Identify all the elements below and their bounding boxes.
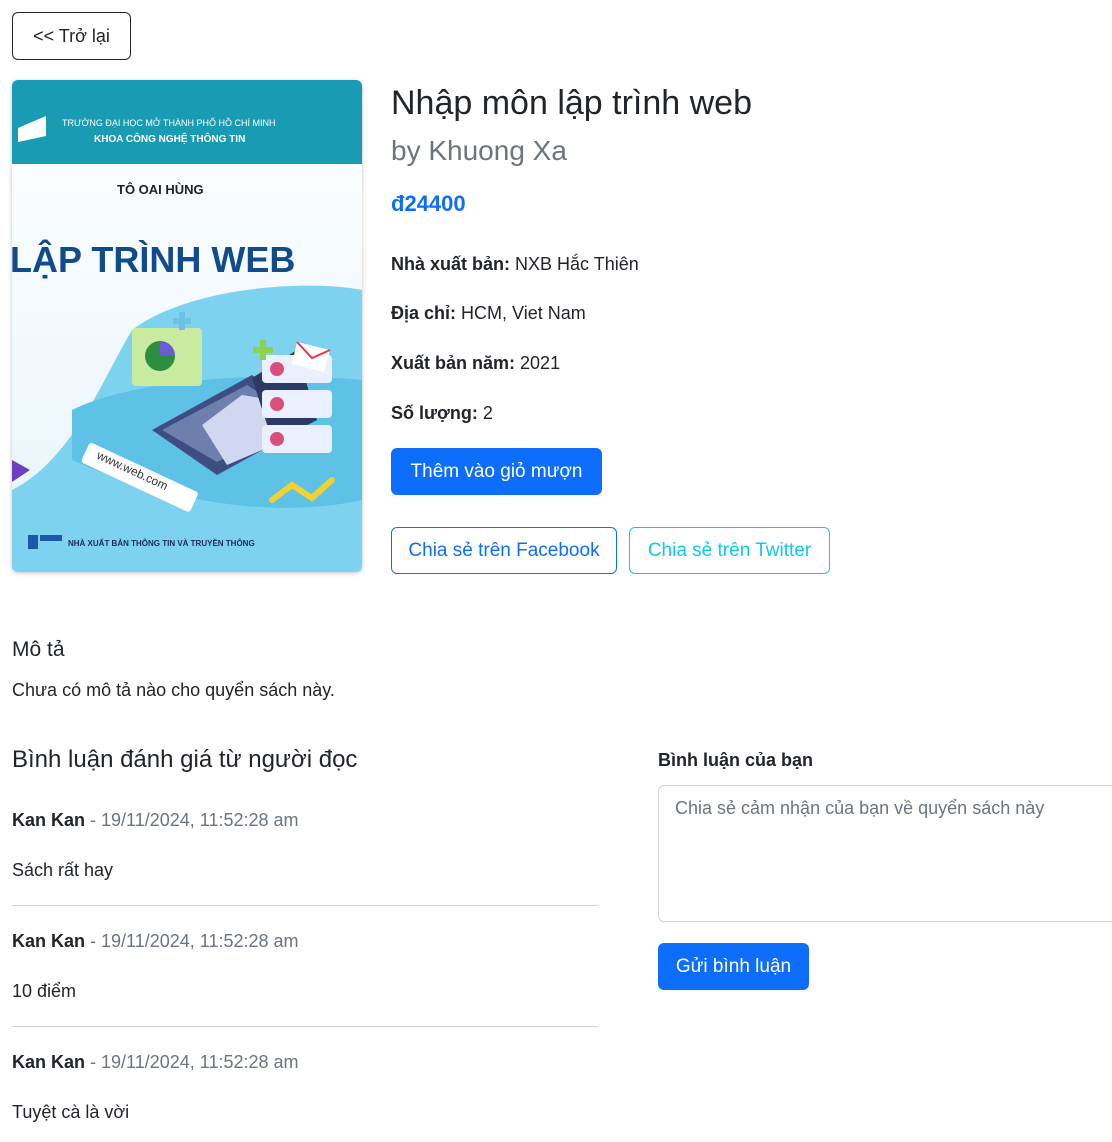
description-text: Chưa có mô tả nào cho quyển sách này. (12, 680, 335, 700)
book-author: by Khuong Xa (391, 135, 567, 166)
book-cover-image: TRƯỜNG ĐẠI HỌC MỞ THÀNH PHỐ HỒ CHÍ MINH … (12, 80, 362, 572)
reviewer-name: Kan Kan (12, 810, 86, 830)
cover-faculty-text: KHOA CÔNG NGHỆ THÔNG TIN (94, 132, 245, 145)
reviewer-name: Kan Kan (12, 931, 86, 951)
review-item: Kan Kan - 19/11/2024, 11:52:28 am Sách r… (12, 807, 598, 906)
share-facebook-button[interactable]: Chia sẻ trên Facebook (391, 527, 617, 574)
back-button[interactable]: << Trở lại (12, 12, 131, 60)
review-date: - 19/11/2024, 11:52:28 am (85, 931, 299, 951)
publisher-label: Nhà xuất bản: (391, 254, 511, 274)
review-text: 10 điểm (12, 981, 77, 1001)
publisher-info: Nhà xuất bản: NXB Hắc Thiên (391, 251, 639, 277)
submit-comment-button[interactable]: Gửi bình luận (658, 943, 809, 990)
reviewer-name: Kan Kan (12, 1052, 86, 1072)
year-info: Xuất bản năm: 2021 (391, 350, 560, 376)
cover-university-text: TRƯỜNG ĐẠI HỌC MỞ THÀNH PHỐ HỒ CHÍ MINH (62, 117, 275, 128)
review-divider (12, 905, 598, 906)
publisher-value: NXB Hắc Thiên (515, 254, 639, 274)
comment-form-label: Bình luận của bạn (658, 750, 814, 770)
review-meta: Kan Kan - 19/11/2024, 11:52:28 am (12, 1049, 598, 1075)
cover-publisher-text: NHÀ XUẤT BẢN THÔNG TIN VÀ TRUYỀN THÔNG (68, 538, 255, 548)
add-to-cart-button[interactable]: Thêm vào giỏ mượn (391, 448, 602, 495)
book-title: Nhập môn lập trình web (391, 84, 752, 122)
review-meta: Kan Kan - 19/11/2024, 11:52:28 am (12, 928, 598, 954)
year-value: 2021 (520, 353, 561, 373)
cover-title-text: LẬP TRÌNH WEB (12, 238, 295, 280)
year-label: Xuất bản năm: (391, 353, 516, 373)
quantity-label: Số lượng: (391, 403, 478, 423)
review-date: - 19/11/2024, 11:52:28 am (85, 810, 299, 830)
review-item: Kan Kan - 19/11/2024, 11:52:28 am Tuyệt … (12, 1049, 598, 1125)
review-item: Kan Kan - 19/11/2024, 11:52:28 am 10 điể… (12, 928, 598, 1027)
quantity-info: Số lượng: 2 (391, 400, 493, 426)
review-date: - 19/11/2024, 11:52:28 am (85, 1052, 299, 1072)
cover-author-text: TÔ OAI HÙNG (117, 182, 204, 197)
address-value: HCM, Viet Nam (461, 303, 586, 323)
book-price: đ24400 (391, 191, 466, 216)
share-twitter-button[interactable]: Chia sẻ trên Twitter (629, 527, 830, 574)
address-info: Địa chỉ: HCM, Viet Nam (391, 300, 586, 326)
quantity-value: 2 (482, 403, 493, 423)
address-label: Địa chỉ: (391, 303, 457, 323)
description-heading: Mô tả (12, 638, 65, 661)
reviews-heading: Bình luận đánh giá từ người đọc (12, 746, 358, 773)
comment-input[interactable] (658, 785, 1112, 922)
review-text: Tuyệt cà là vời (12, 1102, 130, 1122)
review-text: Sách rất hay (12, 860, 114, 880)
review-divider (12, 1026, 598, 1027)
review-meta: Kan Kan - 19/11/2024, 11:52:28 am (12, 807, 598, 833)
